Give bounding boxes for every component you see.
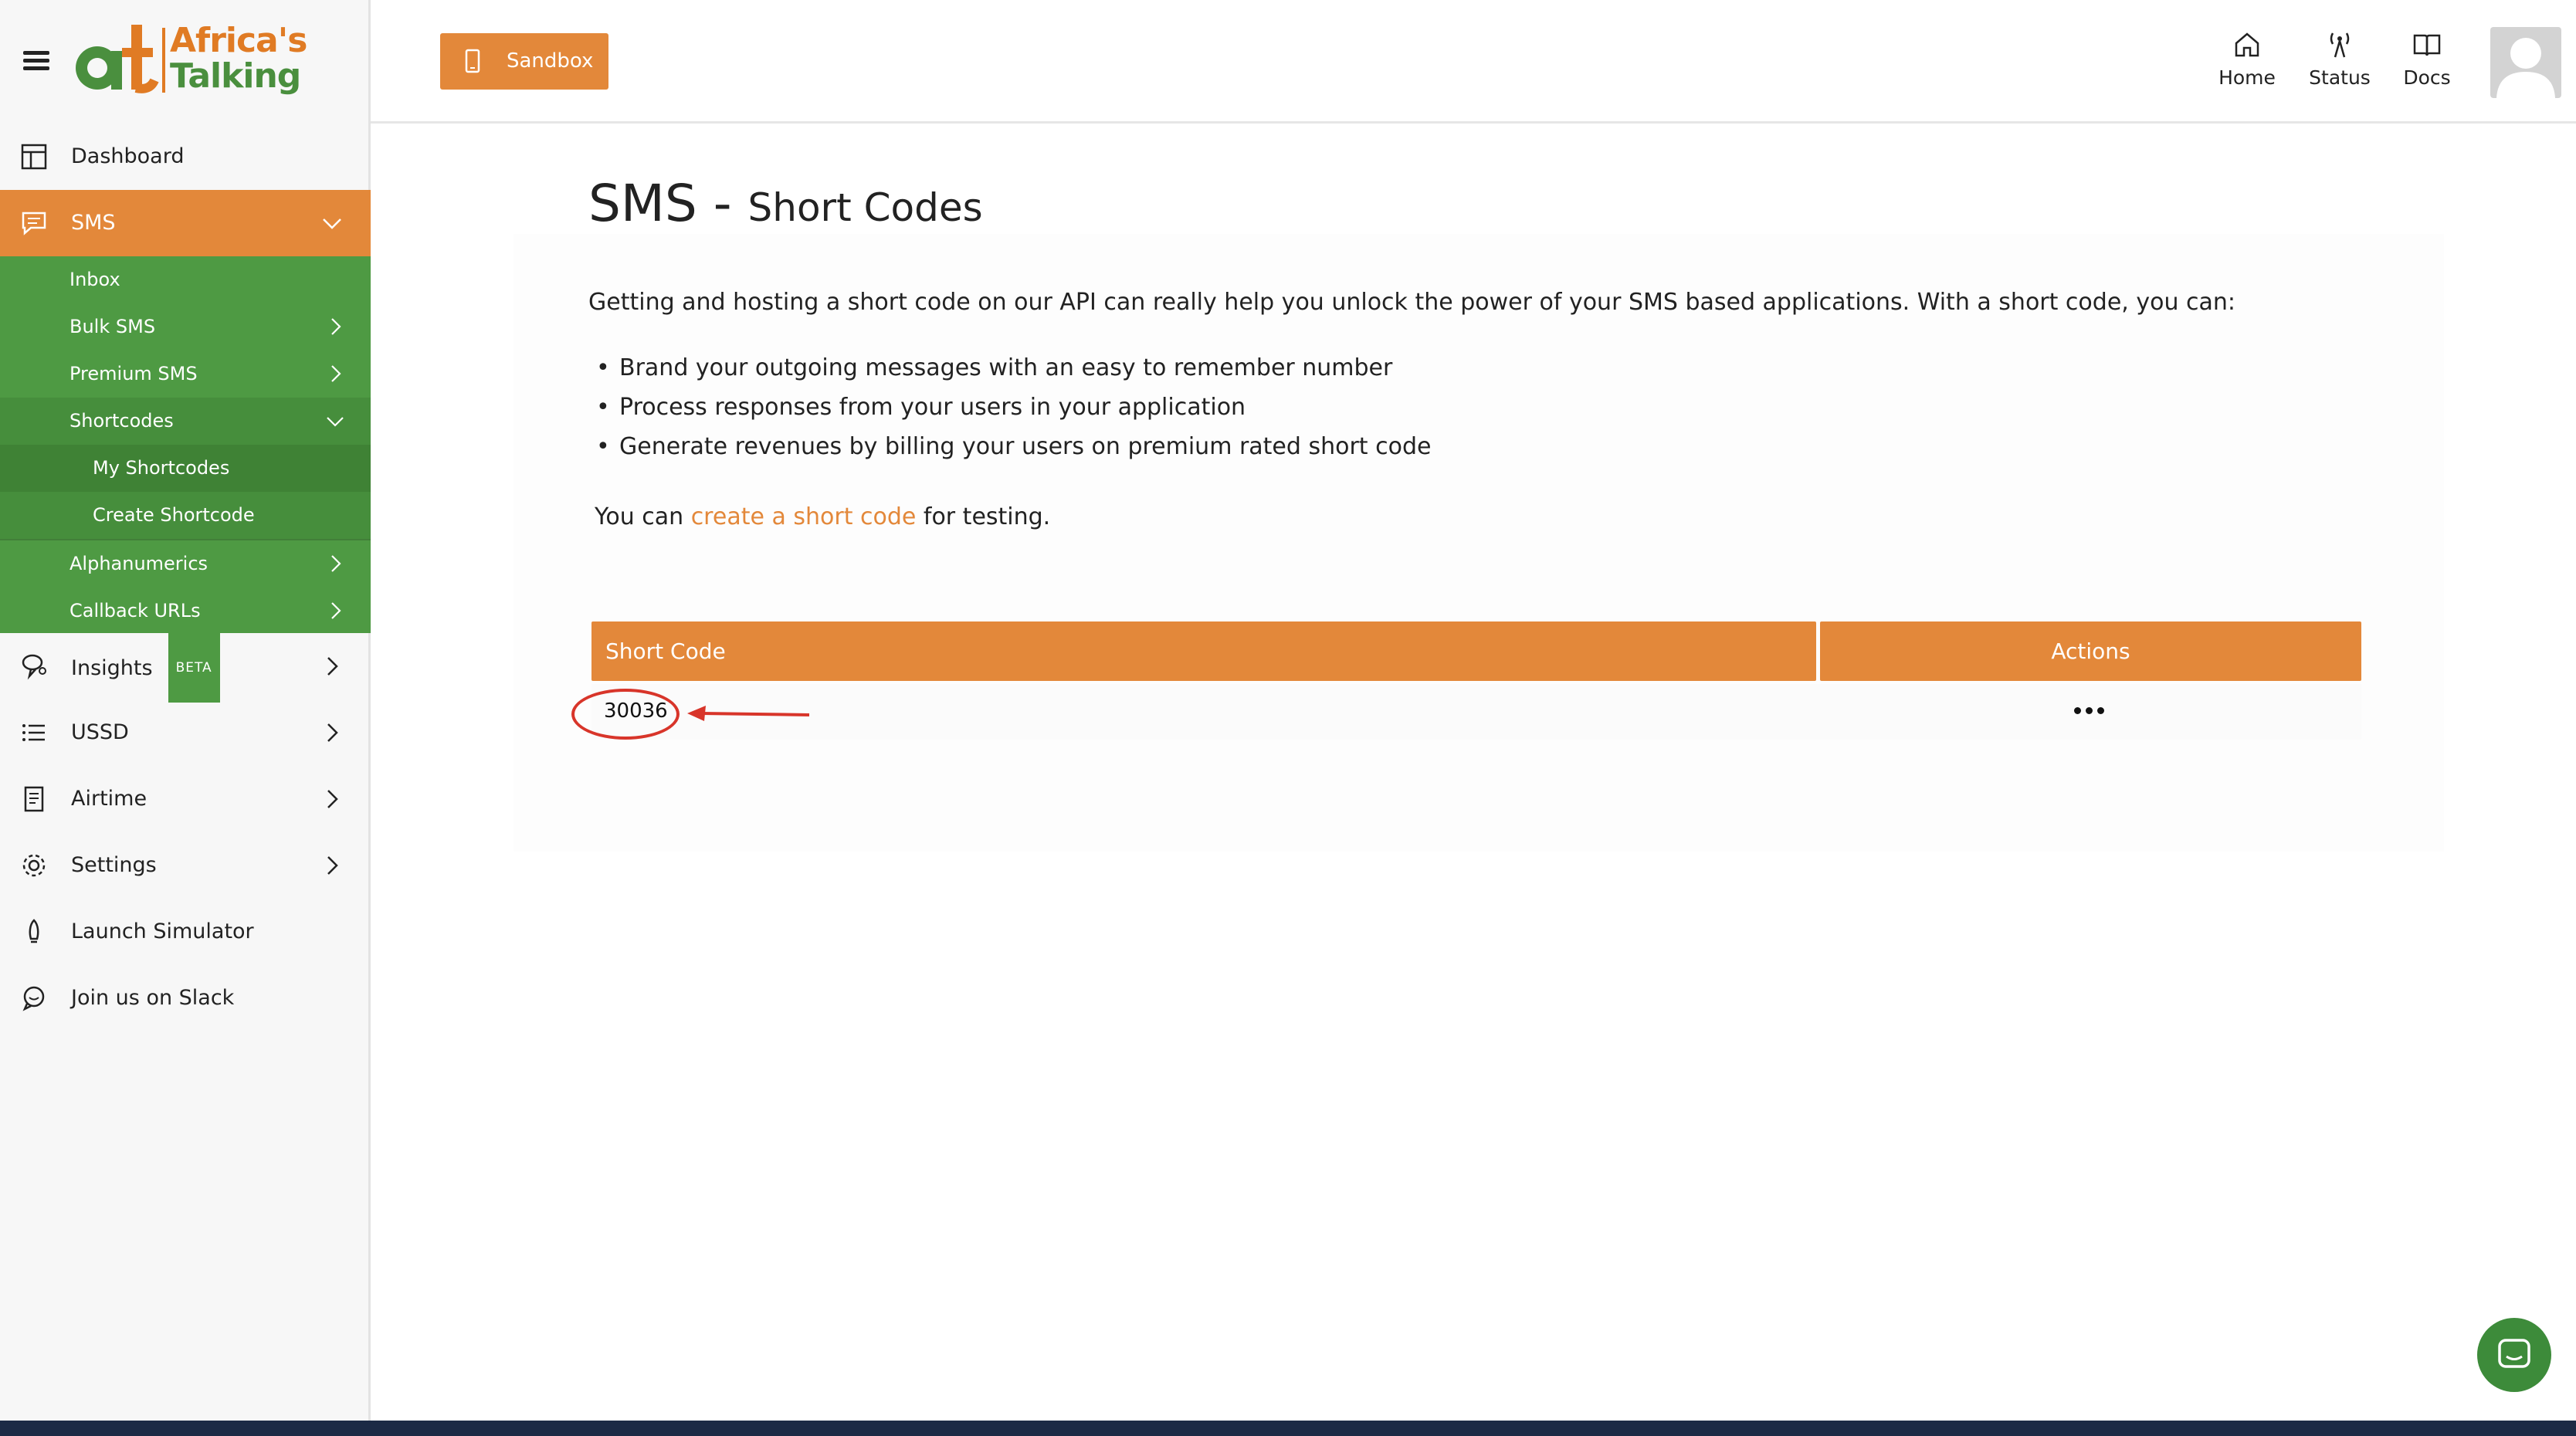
row-actions-menu-icon[interactable] — [2069, 695, 2110, 726]
chevron-right-icon — [327, 657, 338, 676]
create-short-code-link[interactable]: create a short code — [691, 503, 917, 530]
list-item: Process responses from your users in you… — [596, 391, 1431, 430]
logo-word-1: Africa's — [170, 21, 307, 60]
chevron-right-icon — [327, 856, 338, 875]
annotation-circle — [571, 689, 680, 740]
sidebar-item-label: USSD — [71, 720, 129, 744]
logo[interactable]: Africa's Talking — [71, 20, 307, 100]
sidebar-item-airtime[interactable]: Airtime — [0, 766, 371, 832]
list-icon — [22, 724, 45, 741]
sidebar-item-inbox[interactable]: Inbox — [0, 256, 371, 303]
page-title: SMS - Short Codes — [588, 174, 983, 233]
intro-text: Getting and hosting a short code on our … — [588, 289, 2236, 316]
chevron-right-icon — [327, 790, 338, 808]
main-content — [373, 126, 2576, 1421]
chevron-down-icon — [323, 218, 341, 229]
page-title-separator: - — [697, 174, 748, 233]
avatar[interactable] — [2490, 27, 2561, 98]
sidebar-item-settings[interactable]: Settings — [0, 832, 371, 899]
sidebar-item-label: Bulk SMS — [69, 316, 156, 337]
sidebar-item-bulk-sms[interactable]: Bulk SMS — [0, 303, 371, 351]
logo-word-2: Talking — [170, 56, 301, 96]
insights-icon — [22, 654, 46, 680]
sidebar-item-alphanumerics[interactable]: Alphanumerics — [0, 540, 371, 588]
annotation-arrow-icon — [687, 706, 810, 721]
home-link[interactable]: Home — [2205, 25, 2290, 99]
status-link[interactable]: Status — [2297, 25, 2382, 99]
benefit-list: Brand your outgoing messages with an eas… — [596, 351, 1431, 469]
chat-launcher-button[interactable] — [2477, 1318, 2551, 1392]
sidebar-item-join-slack[interactable]: Join us on Slack — [0, 965, 371, 1031]
message-icon — [22, 212, 46, 235]
home-icon — [2235, 32, 2259, 57]
sidebar-item-label: Shortcodes — [69, 410, 174, 432]
page-subtitle: Short Codes — [747, 185, 983, 230]
sidebar-item-sms[interactable]: SMS — [0, 190, 371, 256]
taskbar-strip — [0, 1421, 2576, 1436]
sidebar-item-label: My Shortcodes — [93, 457, 230, 479]
sidebar-item-label: Join us on Slack — [71, 986, 235, 1010]
cta-prefix: You can — [595, 503, 691, 530]
status-label: Status — [2309, 66, 2371, 89]
table-header-actions[interactable]: Actions — [1820, 621, 2361, 681]
gear-icon — [22, 854, 46, 877]
sidebar-item-label-group: Insights BETA — [71, 633, 220, 703]
chevron-right-icon — [331, 318, 341, 335]
chevron-right-icon — [327, 723, 338, 742]
sidebar-item-dashboard[interactable]: Dashboard — [0, 124, 371, 190]
sidebar-item-label: Airtime — [71, 787, 147, 811]
list-item: Brand your outgoing messages with an eas… — [596, 351, 1431, 391]
rocket-icon — [29, 919, 39, 943]
beta-badge: BETA — [168, 633, 220, 703]
content-panel — [514, 234, 2444, 852]
shortcodes-group: Shortcodes My Shortcodes Create Shortcod… — [0, 398, 371, 539]
sms-submenu: Inbox Bulk SMS Premium SMS Shortcodes My… — [0, 256, 371, 633]
sidebar-item-label: Create Shortcode — [93, 504, 255, 526]
layout-icon — [21, 144, 47, 170]
sidebar-item-label: Inbox — [69, 269, 120, 290]
sidebar-item-callback-urls[interactable]: Callback URLs — [0, 588, 371, 635]
sidebar-item-label: Premium SMS — [69, 363, 198, 384]
sidebar-item-create-shortcode[interactable]: Create Shortcode — [0, 492, 371, 539]
sidebar-item-label: Callback URLs — [69, 600, 201, 621]
top-bar: Sandbox Home Status Docs — [371, 0, 2576, 124]
user-icon — [2496, 38, 2555, 98]
docs-label: Docs — [2403, 66, 2451, 89]
receipt-icon — [24, 786, 44, 812]
sandbox-button[interactable]: Sandbox — [440, 33, 608, 90]
brand-bar: Africa's Talking — [0, 0, 371, 124]
sidebar-item-my-shortcodes[interactable]: My Shortcodes — [0, 445, 371, 492]
sidebar-item-label: SMS — [71, 211, 116, 235]
sidebar-item-label: Insights — [71, 656, 153, 680]
book-icon — [2413, 34, 2441, 56]
sidebar-item-label: Launch Simulator — [71, 920, 254, 943]
sidebar-item-label: Dashboard — [71, 144, 185, 168]
sandbox-label: Sandbox — [507, 49, 594, 73]
sidebar-item-ussd[interactable]: USSD — [0, 699, 371, 766]
page-title-main: SMS — [588, 174, 697, 233]
chevron-right-icon — [331, 365, 341, 382]
chat-icon — [22, 986, 45, 1011]
chevron-down-icon — [327, 417, 344, 427]
phone-icon — [465, 49, 480, 73]
list-item: Generate revenues by billing your users … — [596, 430, 1431, 469]
sidebar: Africa's Talking Dashboard SMS Inbox Bul… — [0, 0, 371, 1421]
chevron-right-icon — [331, 555, 341, 572]
chat-bubble-icon — [2498, 1339, 2530, 1368]
antenna-icon — [2330, 32, 2350, 58]
cta-suffix: for testing. — [916, 503, 1051, 530]
sidebar-item-premium-sms[interactable]: Premium SMS — [0, 351, 371, 398]
sidebar-item-launch-simulator[interactable]: Launch Simulator — [0, 899, 371, 965]
sidebar-item-shortcodes[interactable]: Shortcodes — [0, 398, 371, 445]
sidebar-item-insights[interactable]: Insights BETA — [0, 633, 371, 703]
docs-link[interactable]: Docs — [2384, 25, 2469, 99]
chevron-right-icon — [331, 602, 341, 619]
table-header-short-code[interactable]: Short Code — [591, 621, 1816, 681]
sidebar-item-label: Alphanumerics — [69, 553, 208, 574]
sidebar-item-label: Settings — [71, 853, 157, 877]
cta-text: You can create a short code for testing. — [595, 503, 1050, 530]
menu-icon[interactable] — [23, 51, 49, 71]
home-label: Home — [2218, 66, 2276, 89]
